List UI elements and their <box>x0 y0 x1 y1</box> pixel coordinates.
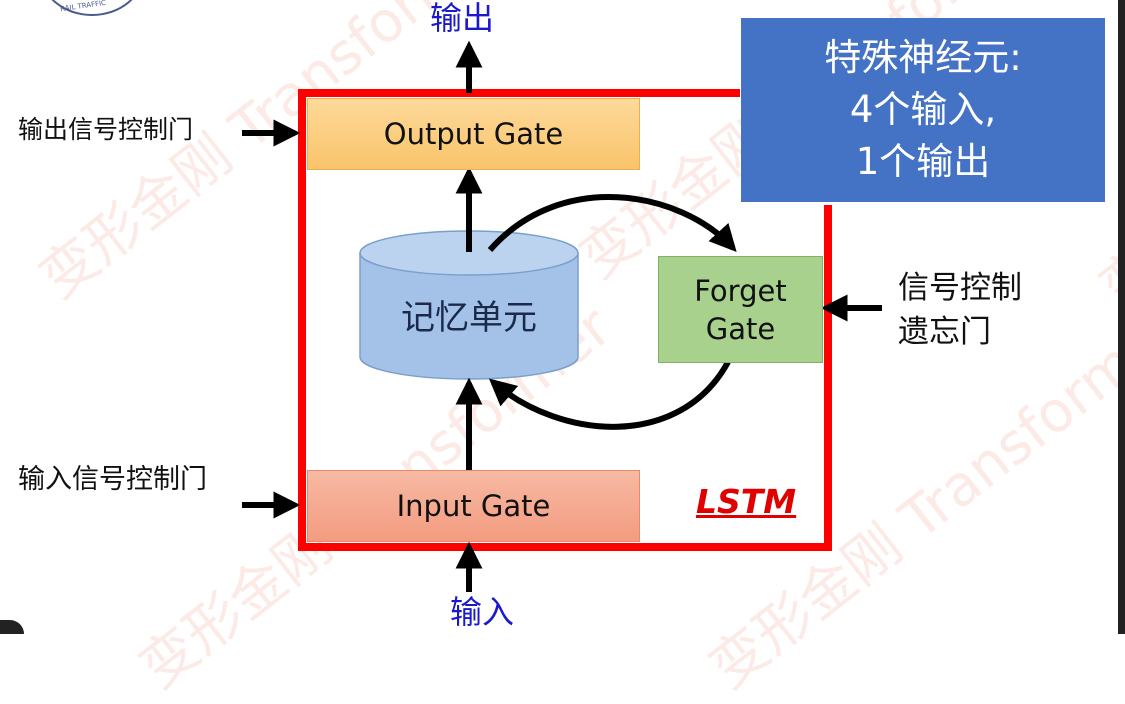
special-neuron-line2: 4个输入, <box>849 88 997 131</box>
lstm-diagram: 变形金刚 Transformer 变形金刚 Transformer 变形金刚 T… <box>0 0 1125 701</box>
special-neuron-box: 特殊神经元: 4个输入, 1个输出 <box>741 18 1105 202</box>
input-gate-control-label: 输入信号控制门 <box>18 464 207 495</box>
input-label: 输入 <box>450 593 515 631</box>
slide-edge <box>1118 0 1125 634</box>
forget-gate: Forget Gate <box>658 256 823 363</box>
output-gate-control-label: 输出信号控制门 <box>18 115 194 144</box>
forget-gate-control-label: 信号控制 遗忘门 <box>898 270 1022 350</box>
special-neuron-line3: 1个输出 <box>855 140 991 183</box>
lstm-label: LSTM <box>696 482 797 521</box>
output-label: 输出 <box>430 0 495 37</box>
input-gate: Input Gate <box>307 470 640 542</box>
special-neuron-line1: 特殊神经元: <box>824 36 1022 79</box>
memory-cell-label: 记忆单元 <box>401 298 537 338</box>
output-gate: Output Gate <box>307 98 640 170</box>
